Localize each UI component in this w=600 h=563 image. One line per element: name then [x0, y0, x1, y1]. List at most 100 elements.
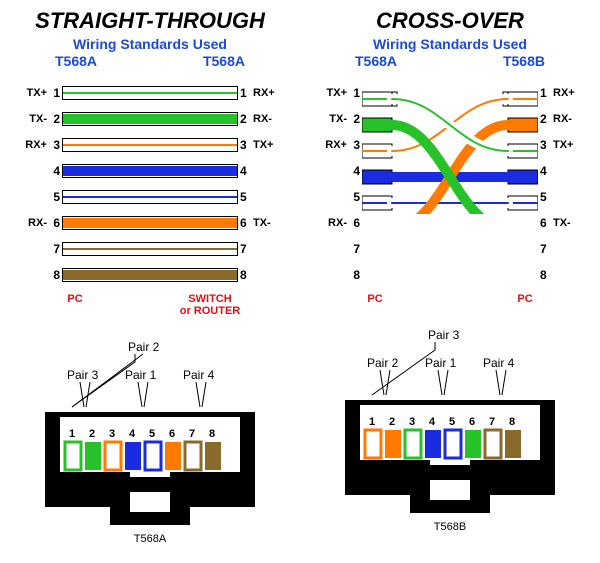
sig-left: TX- [20, 113, 50, 125]
pin-left: 8 [50, 268, 62, 282]
svg-text:1: 1 [69, 428, 75, 440]
pair1-label: Pair 1 [425, 356, 457, 370]
pin-left: 1 [350, 86, 362, 100]
sig-left: RX+ [20, 139, 50, 151]
wire-6 [62, 216, 238, 230]
svg-text:1: 1 [369, 416, 375, 428]
sig-right: TX+ [250, 139, 280, 151]
pin-left: 5 [50, 190, 62, 204]
device-labels: PC PC [355, 293, 545, 305]
pin-right: 1 [538, 86, 550, 100]
svg-text:3: 3 [409, 416, 415, 428]
jack-t568b: Pair 3 Pair 2 Pair 1 Pair 4 [335, 325, 565, 515]
wire-row-5: 55 [320, 187, 580, 206]
sig-left: RX- [20, 217, 50, 229]
pin-left: 1 [50, 86, 62, 100]
wire-3 [62, 138, 238, 152]
std-left: T568A [55, 53, 97, 69]
pin-right: 2 [238, 112, 250, 126]
wire-8 [62, 268, 238, 282]
pin-left: 6 [50, 216, 62, 230]
wire-row-1: TX+ 1 1 RX+ [20, 83, 280, 102]
svg-text:4: 4 [429, 416, 436, 428]
svg-text:3: 3 [109, 428, 115, 440]
jack-label: T568B [434, 521, 466, 533]
device-labels: PC SWITCH or ROUTER [55, 293, 245, 317]
device-left: PC [355, 293, 395, 305]
standards-row: T568A T568B [355, 53, 545, 69]
pair4-label: Pair 4 [483, 356, 515, 370]
pin-right: 7 [238, 242, 250, 256]
svg-text:8: 8 [509, 416, 515, 428]
svg-text:7: 7 [189, 428, 195, 440]
wire-row-3: RX+33TX+ [320, 135, 580, 154]
sig-right: RX- [250, 113, 280, 125]
wire-map-cross: TX+ 1 [320, 83, 580, 291]
wire-row-8: 88 [320, 265, 580, 284]
wire-2 [62, 112, 238, 126]
jack-t568a: Pair 2 Pair 3 Pair 1 Pair 4 [35, 337, 265, 527]
subtitle: Wiring Standards Used [73, 36, 227, 52]
wire-row-6: RX- 6 6 TX- [20, 213, 280, 232]
cross-over-panel: CROSS-OVER Wiring Standards Used T568A T… [300, 0, 600, 553]
panel-title: CROSS-OVER [376, 8, 524, 34]
wire-row-7: 77 [320, 239, 580, 258]
diagram-root: STRAIGHT-THROUGH Wiring Standards Used T… [0, 0, 600, 553]
pin-left: 4 [50, 164, 62, 178]
sig-left: TX+ [20, 87, 50, 99]
pin-left: 3 [50, 138, 62, 152]
svg-text:2: 2 [89, 428, 95, 440]
pin-left: 7 [50, 242, 62, 256]
std-right: T568B [503, 53, 545, 69]
jack-label: T568A [134, 533, 166, 545]
pin-right: 3 [238, 138, 250, 152]
pin-right: 8 [238, 268, 250, 282]
svg-text:8: 8 [209, 428, 215, 440]
cross-canvas [362, 86, 538, 100]
pin-right: 1 [238, 86, 250, 100]
jack-section: Pair 2 Pair 3 Pair 1 Pair 4 [20, 337, 280, 545]
svg-text:7: 7 [489, 416, 495, 428]
pin-right: 5 [238, 190, 250, 204]
sig-left: TX+ [320, 87, 350, 99]
wire-row-4: 44 [320, 161, 580, 180]
svg-text:6: 6 [469, 416, 475, 428]
standards-row: T568A T568A [55, 53, 245, 69]
svg-text:6: 6 [169, 428, 175, 440]
pin-right: 4 [238, 164, 250, 178]
rj45-jack-icon: Pair 3 Pair 2 Pair 1 Pair 4 [335, 325, 565, 515]
device-right: PC [505, 293, 545, 305]
wire-row-8: 8 8 [20, 265, 280, 284]
svg-text:2: 2 [389, 416, 395, 428]
wire-4 [62, 164, 238, 178]
svg-text:5: 5 [449, 416, 455, 428]
std-left: T568A [355, 53, 397, 69]
device-right: SWITCH or ROUTER [175, 293, 245, 317]
svg-text:5: 5 [149, 428, 155, 440]
wire-row-5: 5 5 [20, 187, 280, 206]
wire-1 [62, 86, 238, 100]
wire-row-4: 4 4 [20, 161, 280, 180]
rj45-jack-icon: Pair 2 Pair 3 Pair 1 Pair 4 [35, 337, 265, 527]
pair3-label: Pair 3 [67, 368, 99, 382]
svg-text:4: 4 [129, 428, 136, 440]
wire-row-7: 7 7 [20, 239, 280, 258]
sig-right: TX- [250, 217, 280, 229]
wire-row-2: TX- 2 2 RX- [20, 109, 280, 128]
wire-row-2: TX-22RX- [320, 109, 580, 128]
pair2-label: Pair 2 [367, 356, 399, 370]
straight-through-panel: STRAIGHT-THROUGH Wiring Standards Used T… [0, 0, 300, 553]
pair4-label: Pair 4 [183, 368, 215, 382]
pair-top-label: Pair 2 [128, 340, 160, 354]
jack-section: Pair 3 Pair 2 Pair 1 Pair 4 [320, 325, 580, 533]
wire-5 [62, 190, 238, 204]
pair1-label: Pair 1 [125, 368, 157, 382]
pair-top-label: Pair 3 [428, 328, 460, 342]
wire-row-3: RX+ 3 3 TX+ [20, 135, 280, 154]
panel-title: STRAIGHT-THROUGH [35, 8, 265, 34]
sig-right: RX+ [250, 87, 280, 99]
subtitle: Wiring Standards Used [373, 36, 527, 52]
sig-right: RX+ [550, 87, 580, 99]
wire-7 [62, 242, 238, 256]
wire-row-1: TX+ 1 [320, 83, 580, 102]
